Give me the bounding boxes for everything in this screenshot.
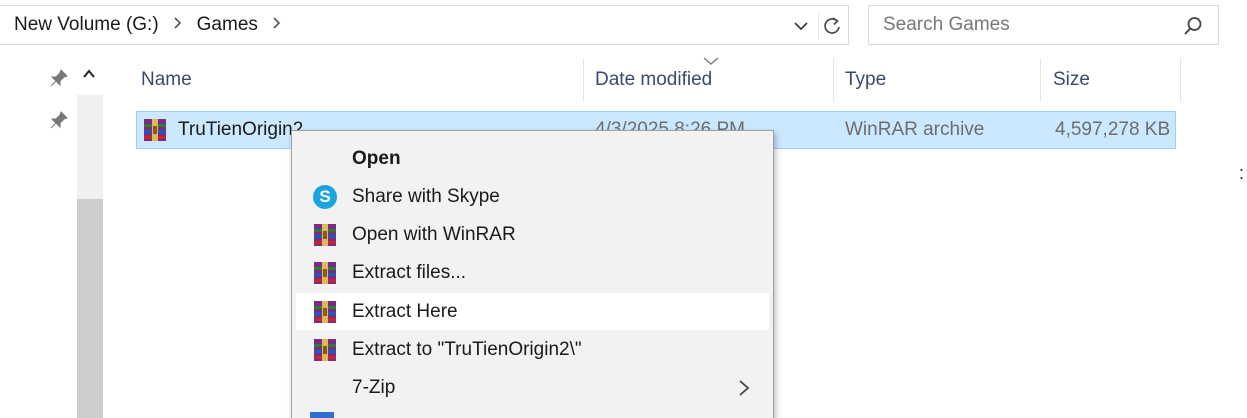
menu-item-label: Open [352, 147, 401, 169]
column-header-size[interactable]: Size [1045, 58, 1181, 102]
file-name-cell[interactable]: TruTienOrigin2 [142, 112, 303, 148]
breadcrumb-games[interactable]: Games [183, 14, 258, 36]
skype-icon: S [312, 184, 338, 210]
column-headers: Name Date modified Type Size [133, 57, 1183, 102]
menu-item-label: 7-Zip [352, 376, 396, 398]
menu-item-label: Share with Skype [352, 185, 500, 207]
address-history-chevron-down-icon[interactable] [790, 15, 812, 37]
column-header-type[interactable]: Type [837, 58, 1041, 102]
menu-item-label: Extract files... [352, 261, 467, 283]
winrar-icon [312, 260, 338, 286]
scroll-up-chevron-icon[interactable] [78, 63, 100, 85]
breadcrumb-drive[interactable]: New Volume (G:) [0, 14, 159, 36]
pin-icon[interactable] [48, 67, 70, 89]
search-icon[interactable] [1182, 15, 1204, 37]
menu-item-extract-files[interactable]: Extract files... [296, 254, 769, 291]
file-size-cell: 4,597,278 KB [1055, 119, 1171, 140]
column-header-name[interactable]: Name [133, 58, 584, 102]
context-menu: Open S Share with Skype Open with WinRAR [291, 130, 774, 418]
winrar-archive-icon [144, 119, 166, 141]
search-input[interactable] [869, 14, 1169, 36]
breadcrumb-separator-icon[interactable] [159, 16, 183, 35]
winrar-icon [312, 299, 338, 325]
file-explorer-window: New Volume (G:) Games Search Games Name … [0, 0, 1247, 418]
menu-item-label: Extract Here [352, 300, 458, 322]
nav-scrollbar-thumb[interactable] [77, 199, 103, 418]
file-name-label: TruTienOrigin2 [178, 119, 304, 140]
search-box[interactable] [868, 5, 1219, 45]
menu-item-extract-to-folder[interactable]: Extract to "TruTienOrigin2\" [296, 331, 769, 368]
winrar-icon [312, 337, 338, 363]
sort-indicator-icon [703, 57, 719, 65]
menu-item-extract-here[interactable]: Extract Here [296, 293, 769, 330]
file-type-cell: WinRAR archive [845, 119, 985, 140]
address-bar[interactable]: New Volume (G:) Games [0, 5, 849, 45]
navigation-pane [0, 55, 105, 418]
pin-icon[interactable] [48, 109, 70, 131]
refresh-icon[interactable] [818, 13, 844, 39]
breadcrumb-separator-icon[interactable] [258, 16, 282, 35]
offscreen-fragment: : [1239, 163, 1245, 183]
menu-item-open-with-winrar[interactable]: Open with WinRAR [296, 216, 769, 253]
submenu-arrow-icon [739, 380, 750, 396]
menu-item-label: Open with WinRAR [352, 223, 516, 245]
menu-item-open[interactable]: Open [296, 140, 769, 177]
menu-item-7-zip[interactable]: 7-Zip [296, 369, 769, 406]
menu-item-share-with-skype[interactable]: S Share with Skype [296, 178, 769, 215]
partial-menu-item-icon [310, 412, 334, 418]
winrar-icon [312, 222, 338, 248]
menu-item-label: Extract to "TruTienOrigin2\" [352, 338, 582, 360]
